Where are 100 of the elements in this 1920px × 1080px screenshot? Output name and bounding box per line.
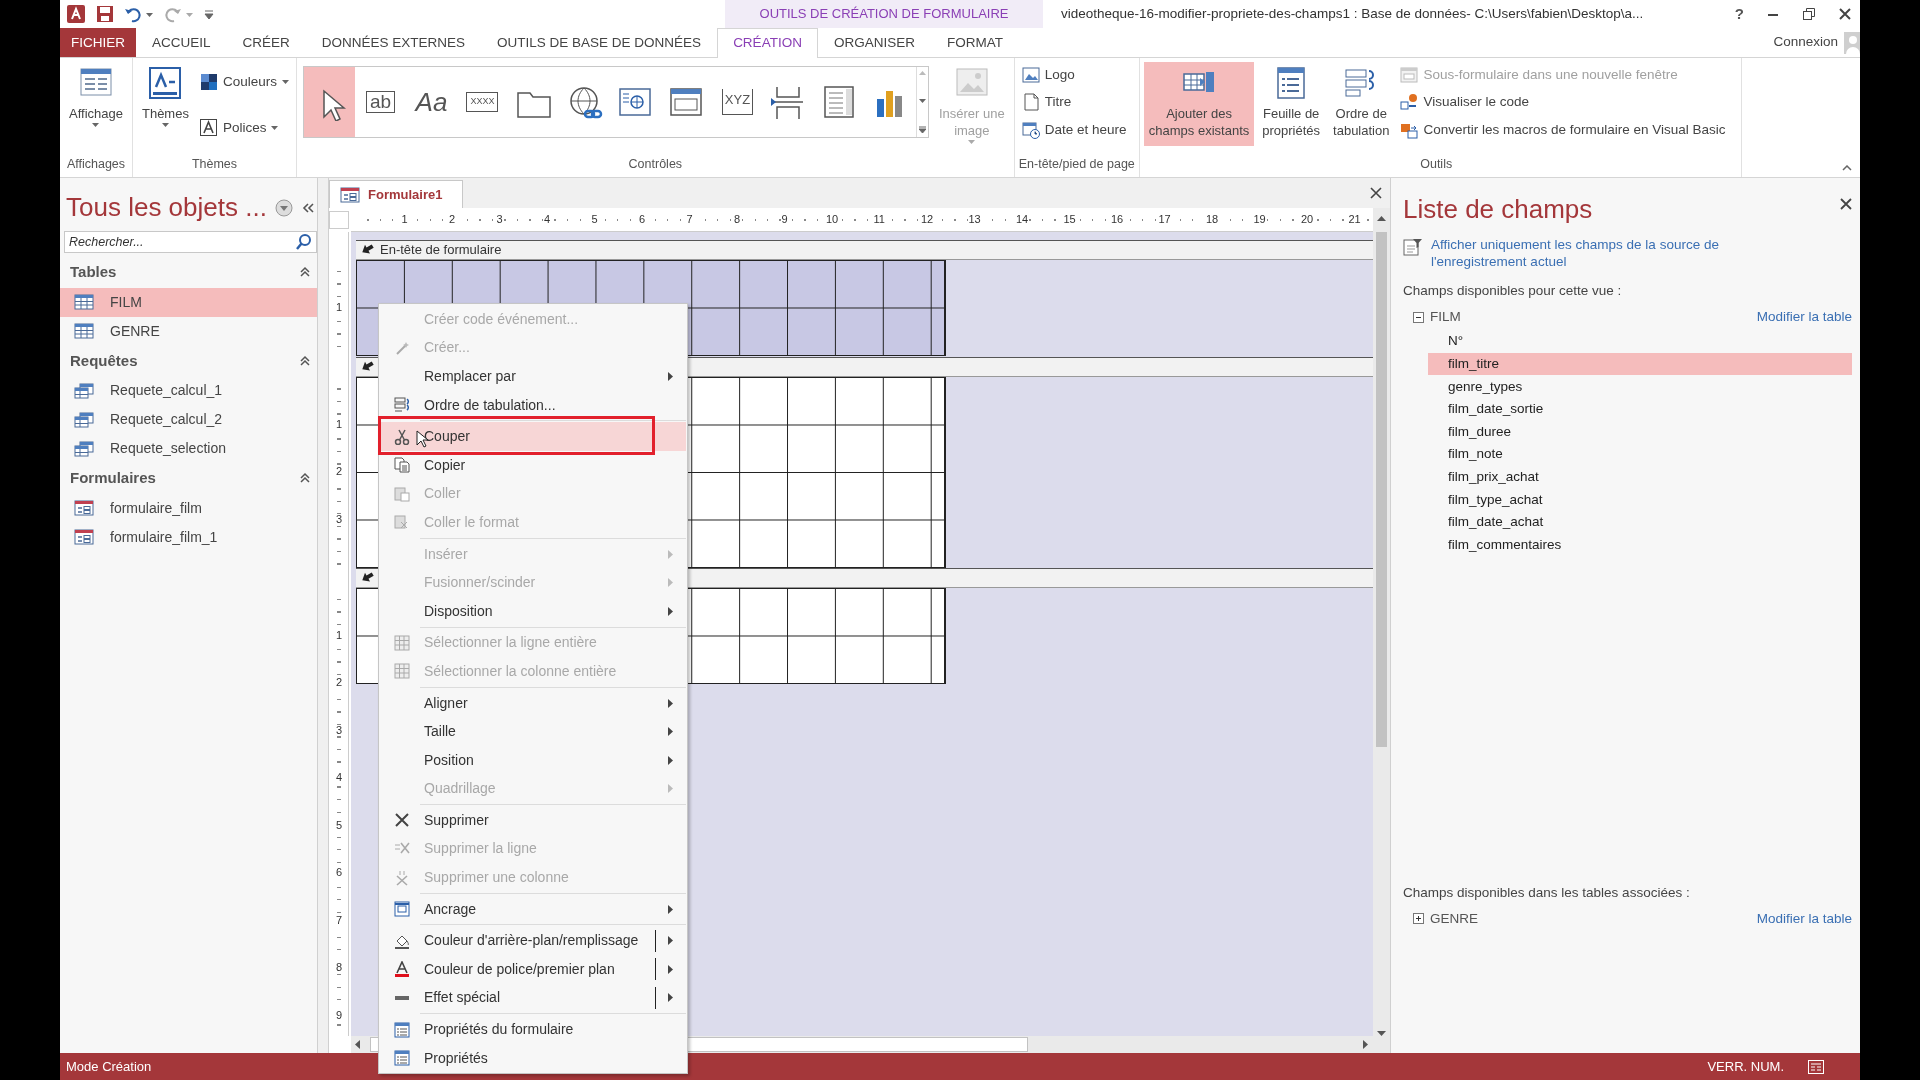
collapse-icon[interactable] <box>1413 311 1424 323</box>
field-item[interactable]: film_titre <box>1428 352 1852 376</box>
field-item[interactable]: N° <box>1428 330 1852 353</box>
filter-link[interactable]: Afficher uniquement les champs de la source de l'enregistrement actuel <box>1431 237 1761 271</box>
document-tab[interactable]: Formulaire1 <box>329 180 464 208</box>
field-item[interactable]: film_date_sortie <box>1428 398 1852 421</box>
menu-item[interactable]: Couleur de police/premier plan <box>380 955 686 984</box>
navigation-item[interactable]: Requete_calcul_1 <box>60 376 317 405</box>
menu-item[interactable]: Aligner <box>380 688 686 718</box>
ribbon-tab[interactable]: ACCUEIL <box>136 28 227 57</box>
save-icon[interactable] <box>96 5 114 23</box>
ruler-number: 13 <box>967 214 982 225</box>
ribbon-button[interactable]: Date et heure <box>1018 118 1130 141</box>
group-header[interactable]: Tables <box>70 261 117 284</box>
menu-item[interactable]: Couper <box>380 422 686 451</box>
navigation-item[interactable]: formulaire_film_1 <box>60 522 317 552</box>
field-item[interactable]: film_type_achat <box>1428 488 1852 511</box>
menu-item[interactable]: Position <box>380 745 686 775</box>
account-link[interactable]: Connexion <box>1773 32 1838 53</box>
menu-item[interactable]: Supprimer <box>380 806 686 835</box>
menu-item[interactable]: Effet spécial <box>380 983 686 1013</box>
close-icon[interactable] <box>1838 7 1852 21</box>
field-item[interactable]: film_commentaires <box>1428 533 1852 557</box>
pane-title: Liste de champs <box>1403 193 1593 226</box>
scroll-left-icon[interactable] <box>355 1040 360 1049</box>
field-item[interactable]: genre_types <box>1428 375 1852 399</box>
ribbon-button[interactable]: Visualiser le code <box>1397 91 1729 114</box>
ribbon-tab[interactable]: OUTILS DE BASE DE DONNÉES <box>481 28 718 57</box>
ribbon-button[interactable]: Titre <box>1018 91 1130 114</box>
collapse-icon[interactable] <box>298 266 311 279</box>
expand-icon[interactable] <box>1413 913 1424 925</box>
ruler-number: 7 <box>335 914 344 926</box>
ruler-number: 2 <box>448 214 457 225</box>
field-item[interactable]: film_duree <box>1428 420 1852 444</box>
ribbon-button[interactable]: Affichage <box>64 62 128 146</box>
table-name[interactable]: GENRE <box>1430 908 1478 929</box>
navigation-item[interactable]: formulaire_film <box>60 493 317 523</box>
ribbon-button[interactable]: Convertir les macros de formulaire en Visual Basic <box>1397 118 1729 141</box>
control-tool-button[interactable]: Aa <box>405 67 457 137</box>
anchor-icon <box>394 901 410 918</box>
pane-title[interactable]: Tous les objets ... <box>66 188 267 227</box>
menu-item[interactable]: Taille <box>380 717 686 746</box>
edit-table-link[interactable]: Modifier la table <box>1756 307 1852 328</box>
design-view-icon[interactable] <box>1808 1059 1824 1074</box>
ribbon-button[interactable]: Feuille de propriétés <box>1257 62 1326 146</box>
dropdown-circle-icon[interactable] <box>274 198 293 217</box>
ribbon-button[interactable]: Polices <box>196 116 292 139</box>
scroll-up-icon[interactable] <box>1377 216 1386 221</box>
search-field[interactable]: Rechercher... <box>64 231 317 253</box>
ribbon-tab[interactable]: FORMAT <box>930 28 1019 57</box>
navigation-item[interactable]: FILM <box>60 287 317 317</box>
vertical-scrollbar[interactable] <box>1373 232 1390 1036</box>
navigation-item[interactable]: Requete_calcul_2 <box>60 405 317 434</box>
collapse-icon[interactable] <box>298 472 311 485</box>
menu-item[interactable]: Propriétés <box>380 1043 686 1073</box>
ribbon-button[interactable]: Logo <box>1018 64 1130 87</box>
field-item[interactable]: film_prix_achat <box>1428 465 1852 489</box>
collapse-icon[interactable] <box>298 354 311 367</box>
control-tool-button[interactable]: XXXX <box>456 67 508 137</box>
ribbon-button[interactable]: Ajouter des champs existants <box>1143 62 1255 146</box>
customize-icon[interactable] <box>204 8 214 20</box>
ribbon-tab[interactable]: DONNÉES EXTERNES <box>305 28 482 57</box>
table-name[interactable]: FILM <box>1430 307 1461 328</box>
navigation-item[interactable]: GENRE <box>60 316 317 346</box>
collapse-ribbon-icon[interactable] <box>1842 165 1852 171</box>
edit-table-link[interactable]: Modifier la table <box>1756 908 1852 929</box>
ribbon-tab[interactable]: ORGANISER <box>817 28 931 57</box>
scroll-down-icon[interactable] <box>918 98 926 103</box>
navigation-item[interactable]: Requete_selection <box>60 434 317 463</box>
ribbon-button[interactable]: Thèmes <box>136 62 194 146</box>
more-icon[interactable] <box>918 126 926 133</box>
group-header[interactable]: Formulaires <box>70 467 156 490</box>
field-item[interactable]: film_note <box>1428 443 1852 466</box>
menu-item[interactable]: Ancrage <box>380 894 686 924</box>
ribbon-button[interactable]: Ordre de tabulation <box>1328 62 1395 146</box>
menu-item[interactable]: Propriétés du formulaire <box>380 1015 686 1044</box>
group-header[interactable]: Requêtes <box>70 349 138 372</box>
ruler-number: 11 <box>872 214 886 225</box>
ribbon-button[interactable]: Couleurs <box>196 71 292 94</box>
help-button[interactable]: ? <box>1734 2 1744 26</box>
scroll-right-icon[interactable] <box>1363 1040 1368 1049</box>
menu-item[interactable]: Ordre de tabulation... <box>380 390 686 420</box>
control-tool-button[interactable]: ab <box>354 67 406 137</box>
scrollbar-thumb[interactable] <box>1376 232 1387 747</box>
menu-item[interactable]: Couleur d'arrière-plan/remplissage <box>380 926 686 956</box>
ribbon-tab[interactable]: FICHIER <box>60 28 136 57</box>
control-tool-button[interactable] <box>303 67 355 137</box>
close-icon[interactable] <box>1840 198 1852 210</box>
menu-item[interactable]: Disposition <box>380 596 686 626</box>
ribbon-tab[interactable]: CRÉER <box>226 28 306 57</box>
collapse-pane-icon[interactable] <box>300 200 315 215</box>
close-icon[interactable] <box>1370 187 1382 199</box>
undo-icon[interactable] <box>124 5 154 23</box>
ruler-number: 18 <box>1205 214 1220 225</box>
restore-icon[interactable] <box>1802 7 1816 21</box>
menu-item[interactable]: Remplacer par <box>380 362 686 391</box>
menu-item[interactable]: Copier <box>380 450 686 480</box>
field-item[interactable]: film_date_achat <box>1428 511 1852 534</box>
control-tool-button[interactable]: XYZ <box>711 67 763 137</box>
ribbon-tab[interactable]: CRÉATION <box>717 28 818 58</box>
